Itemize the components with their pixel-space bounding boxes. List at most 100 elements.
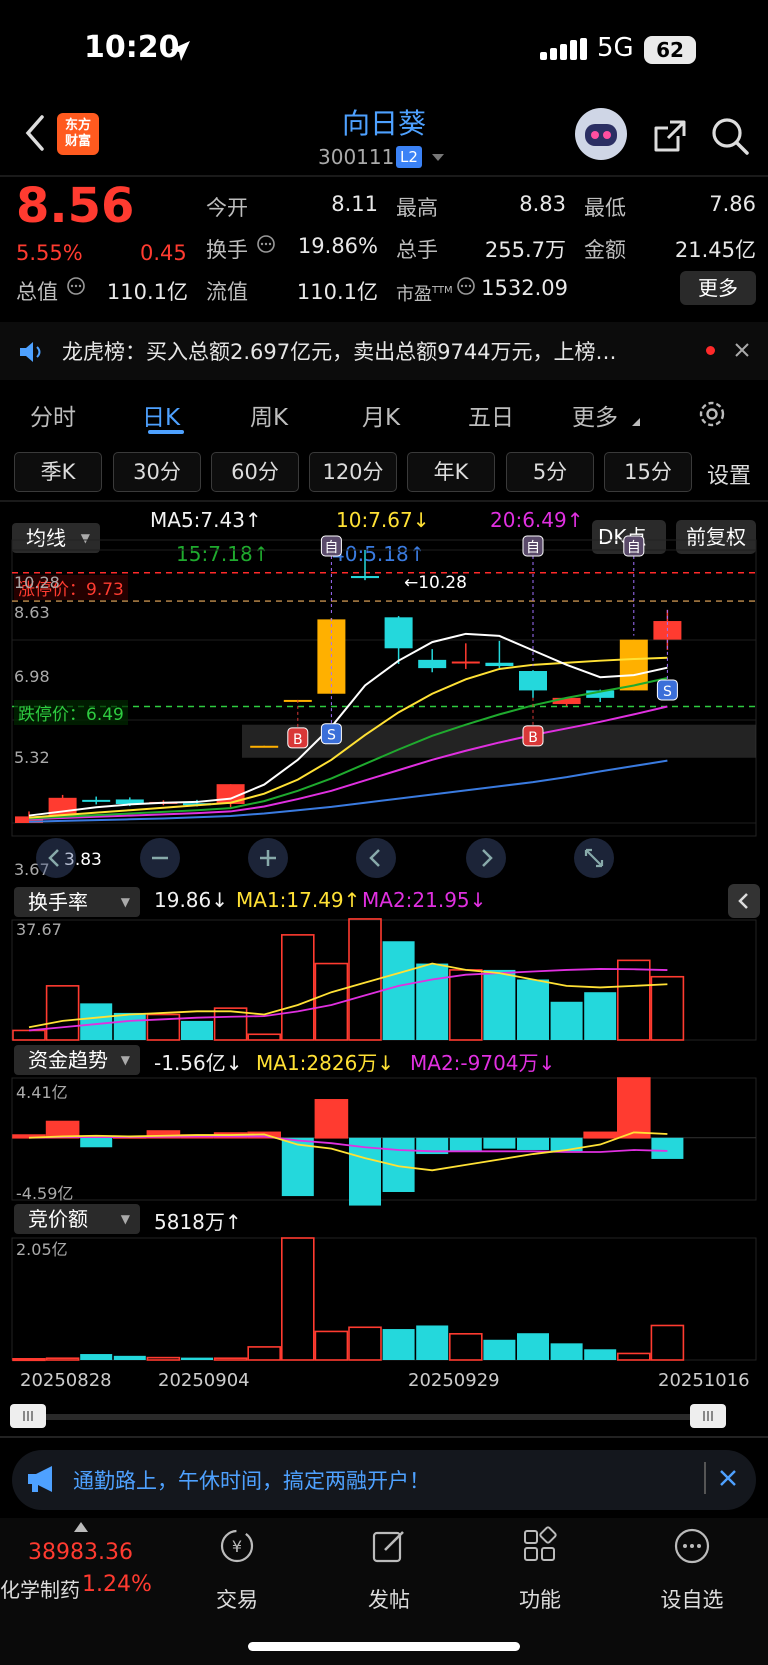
close-icon[interactable] bbox=[734, 342, 750, 358]
period-quarter[interactable]: 季K bbox=[14, 452, 102, 492]
self-marker-label: 自 bbox=[627, 540, 641, 556]
home-indicator[interactable] bbox=[248, 1642, 520, 1651]
bar bbox=[449, 1137, 482, 1152]
buy-marker-label: B bbox=[293, 732, 303, 748]
period-120min[interactable]: 120分 bbox=[309, 452, 397, 492]
share-icon[interactable] bbox=[650, 116, 690, 156]
amount-value: 21.45亿 bbox=[674, 238, 756, 262]
bar bbox=[550, 1343, 583, 1360]
turnover-y-tick: 37.67 bbox=[16, 920, 62, 939]
level2-badge[interactable]: L2 bbox=[396, 146, 422, 168]
fund-trend-pane bbox=[11, 1077, 757, 1206]
period-60min[interactable]: 60分 bbox=[211, 452, 299, 492]
fund-ma1-legend: MA1:2826万↓ bbox=[256, 1051, 395, 1075]
nav-post[interactable]: 发帖 bbox=[334, 1584, 444, 1614]
bar bbox=[314, 1099, 349, 1139]
buy-marker-label: B bbox=[528, 730, 538, 746]
tab-weekly-k[interactable]: 周K bbox=[250, 398, 288, 432]
bar bbox=[80, 1003, 113, 1040]
expand-up-icon[interactable] bbox=[74, 1522, 88, 1532]
bar bbox=[280, 1237, 315, 1361]
bar bbox=[113, 1355, 146, 1360]
info-icon[interactable] bbox=[256, 234, 276, 254]
bar bbox=[583, 1131, 618, 1139]
ma40-line bbox=[28, 759, 668, 823]
tab-more[interactable]: 更多 bbox=[572, 398, 618, 432]
change-amount: 0.45 bbox=[140, 241, 187, 265]
period-year[interactable]: 年K bbox=[407, 452, 495, 492]
bar bbox=[80, 1137, 113, 1148]
robot-assistant-avatar[interactable] bbox=[575, 108, 627, 160]
settings-link[interactable]: 设置 bbox=[707, 458, 751, 490]
nav-add-watchlist[interactable]: 设自选 bbox=[637, 1584, 747, 1614]
caret-down-icon[interactable] bbox=[432, 154, 444, 162]
x-label: 20250904 bbox=[158, 1370, 250, 1391]
fund-trend-selector[interactable]: 资金趋势 ▼ bbox=[14, 1045, 140, 1075]
bar bbox=[382, 941, 415, 1040]
info-icon[interactable] bbox=[456, 276, 476, 296]
range-slider-track[interactable] bbox=[28, 1414, 718, 1420]
turnover-pane bbox=[11, 918, 757, 1041]
zoom-out-button[interactable] bbox=[140, 838, 180, 878]
collapse-panel-button[interactable] bbox=[728, 884, 760, 918]
open-label: 今开 bbox=[206, 196, 248, 220]
period-30min[interactable]: 30分 bbox=[113, 452, 201, 492]
more-quote-button[interactable]: 更多 bbox=[680, 271, 756, 305]
turnover-selector[interactable]: 换手率 ▼ bbox=[14, 887, 140, 917]
news-text[interactable]: 龙虎榜：买入总额2.697亿元，卖出总额9744万元，上榜… bbox=[62, 336, 682, 366]
bar bbox=[584, 992, 617, 1040]
period-5min[interactable]: 5分 bbox=[506, 452, 594, 492]
open-value: 8.11 bbox=[331, 192, 378, 216]
index-value[interactable]: 38983.36 bbox=[28, 1540, 133, 1565]
bar bbox=[45, 985, 80, 1041]
scroll-right-button[interactable] bbox=[466, 838, 506, 878]
period-15min[interactable]: 15分 bbox=[604, 452, 692, 492]
bar bbox=[550, 1001, 583, 1040]
post-icon[interactable] bbox=[369, 1526, 409, 1566]
scroll-left-button[interactable] bbox=[356, 838, 396, 878]
search-icon[interactable] bbox=[710, 116, 750, 156]
bar bbox=[448, 969, 483, 1041]
tab-intraday[interactable]: 分时 bbox=[30, 398, 76, 432]
tab-monthly-k[interactable]: 月K bbox=[362, 398, 400, 432]
low-label: 最低 bbox=[584, 196, 626, 220]
fullscreen-button[interactable] bbox=[574, 838, 614, 878]
high-value: 8.83 bbox=[519, 192, 566, 216]
chart-prev-button[interactable] bbox=[36, 838, 76, 878]
info-icon[interactable] bbox=[66, 276, 86, 296]
tab-daily-k[interactable]: 日K bbox=[142, 398, 180, 432]
bar bbox=[181, 1020, 213, 1040]
amount-label: 金额 bbox=[584, 238, 626, 262]
watchlist-icon[interactable] bbox=[672, 1526, 712, 1566]
bar bbox=[448, 1333, 483, 1361]
trade-icon[interactable]: ¥ bbox=[217, 1526, 257, 1566]
signal-icon bbox=[540, 38, 587, 60]
range-slider-left-handle[interactable] bbox=[10, 1404, 46, 1428]
candle-body bbox=[82, 799, 111, 802]
x-label: 20251016 bbox=[658, 1370, 750, 1391]
bar bbox=[416, 963, 449, 1040]
index-percent[interactable]: 1.24% bbox=[82, 1572, 152, 1597]
nav-trade[interactable]: 交易 bbox=[182, 1584, 292, 1614]
index-name[interactable]: 化学制药 bbox=[0, 1574, 80, 1603]
bar bbox=[483, 1339, 516, 1360]
promo-text[interactable]: 通勤路上，午休时间，搞定两融开户！ bbox=[73, 1465, 430, 1495]
self-marker-label: 自 bbox=[526, 540, 540, 556]
close-icon[interactable] bbox=[718, 1468, 738, 1488]
auction-selector[interactable]: 竞价额 ▼ bbox=[14, 1204, 140, 1234]
nav-function[interactable]: 功能 bbox=[485, 1584, 595, 1614]
battery-indicator: 62 bbox=[644, 36, 696, 64]
range-slider-right-handle[interactable] bbox=[690, 1404, 726, 1428]
gear-icon[interactable] bbox=[696, 398, 728, 430]
tab-five-day[interactable]: 五日 bbox=[468, 398, 514, 432]
bar bbox=[247, 1033, 281, 1041]
bar bbox=[650, 1324, 685, 1361]
sell-marker-label: S bbox=[663, 684, 672, 700]
bar bbox=[45, 1357, 80, 1361]
zoom-in-button[interactable] bbox=[248, 838, 288, 878]
bar bbox=[650, 975, 685, 1041]
bar bbox=[80, 1354, 113, 1360]
kline-chart[interactable]: B S 自 B 自 自 S bbox=[0, 510, 768, 1390]
low-value: 7.86 bbox=[709, 192, 756, 216]
function-grid-icon[interactable] bbox=[520, 1526, 560, 1566]
